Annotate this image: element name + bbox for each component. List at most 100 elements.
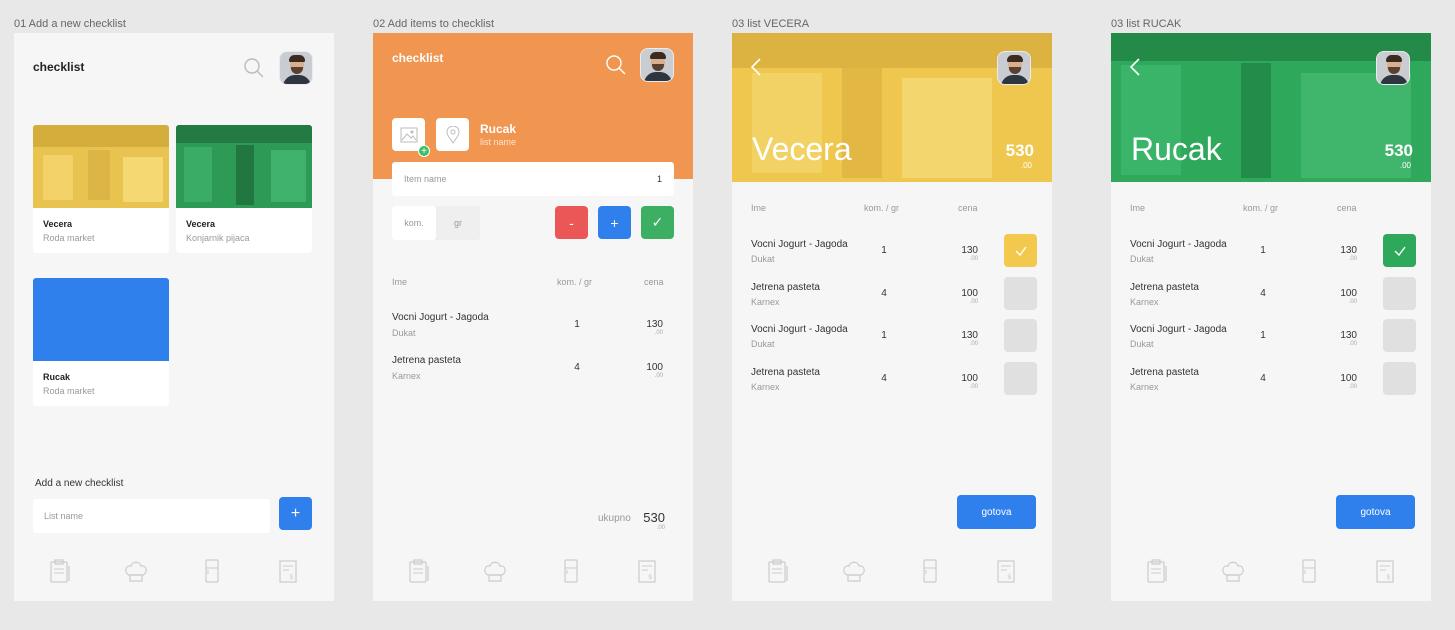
total-cents: .00 — [1399, 161, 1411, 170]
app-title: checklist — [33, 60, 85, 74]
chef-hat-icon[interactable] — [836, 553, 872, 589]
artboard-label-4: 03 list RUCAK — [1111, 18, 1182, 30]
receipt-icon[interactable]: $ — [988, 553, 1024, 589]
artboard-label-2: 02 Add items to checklist — [373, 18, 495, 30]
checklist-icon[interactable] — [42, 553, 78, 589]
item-brand: Karnex — [751, 382, 780, 392]
minus-button[interactable]: - — [555, 206, 588, 239]
card-image — [176, 125, 312, 208]
card-subtitle: Konjarnik pijaca — [186, 233, 250, 243]
search-icon[interactable] — [243, 57, 265, 79]
item-checkbox[interactable] — [1383, 277, 1416, 310]
item-cents: .00 — [969, 299, 978, 305]
add-checklist-label: Add a new checklist — [35, 478, 124, 489]
unit-gr-option[interactable]: gr — [436, 206, 480, 240]
item-brand: Dukat — [1130, 254, 1154, 264]
item-qty: 1 — [881, 245, 887, 256]
item-brand: Karnex — [1130, 382, 1159, 392]
item-name-input[interactable]: Item name 1 — [392, 162, 674, 196]
total-label: ukupno — [598, 513, 631, 524]
unit-toggle: kom. gr — [392, 206, 480, 240]
avatar[interactable] — [1376, 51, 1410, 85]
chef-hat-icon[interactable] — [477, 553, 513, 589]
avatar[interactable] — [640, 48, 674, 82]
item-checkbox[interactable] — [1383, 362, 1416, 395]
checklist-card[interactable]: Vecera Roda market — [33, 125, 169, 253]
item-qty: 1 — [1260, 330, 1266, 341]
fridge-icon[interactable] — [194, 553, 230, 589]
item-qty: 4 — [1260, 288, 1266, 299]
receipt-icon[interactable]: $ — [1367, 553, 1403, 589]
item-name: Jetrena pasteta — [1130, 282, 1199, 293]
item-name: Vocni Jogurt - Jagoda — [1130, 239, 1227, 250]
item-cents: .00 — [1348, 384, 1357, 390]
plus-button[interactable]: + — [598, 206, 631, 239]
chef-hat-icon[interactable] — [118, 553, 154, 589]
chef-hat-icon[interactable] — [1215, 553, 1251, 589]
svg-text:$: $ — [648, 573, 652, 581]
item-name: Jetrena pasteta — [751, 282, 820, 293]
header-price: cena — [1337, 203, 1357, 213]
svg-text:$: $ — [289, 573, 293, 581]
item-name-placeholder: Item name — [404, 174, 447, 184]
item-checkbox[interactable] — [1383, 234, 1416, 267]
add-list-button[interactable]: + — [279, 497, 312, 530]
done-button[interactable]: gotova — [957, 495, 1036, 529]
item-checkbox[interactable] — [1004, 277, 1037, 310]
item-brand: Karnex — [1130, 297, 1159, 307]
checklist-icon[interactable] — [401, 553, 437, 589]
item-price: 130 — [961, 330, 978, 341]
header-name: Ime — [392, 277, 408, 287]
card-image — [33, 278, 169, 361]
item-brand: Dukat — [1130, 339, 1154, 349]
receipt-icon[interactable]: $ — [629, 553, 665, 589]
item-brand: Karnex — [751, 297, 780, 307]
artboard-label-3: 03 list VECERA — [732, 18, 810, 30]
bottom-nav: $ — [373, 553, 693, 589]
bottom-nav: $ — [732, 553, 1052, 589]
total-cents: .00 — [1020, 161, 1032, 170]
screen-list-rucak: Rucak 530 .00 Ime kom. / gr cena Vocni J… — [1111, 33, 1431, 601]
fridge-icon[interactable] — [1291, 553, 1327, 589]
search-icon[interactable] — [605, 54, 627, 76]
checklist-card[interactable]: Rucak Roda market — [33, 278, 169, 406]
card-subtitle: Roda market — [43, 386, 95, 396]
avatar[interactable] — [997, 51, 1031, 85]
item-qty-value: 1 — [656, 174, 662, 184]
app-title: checklist — [392, 51, 444, 65]
screen-list-vecera: Vecera 530 .00 Ime kom. / gr cena Vocni … — [732, 33, 1052, 601]
item-checkbox[interactable] — [1383, 319, 1416, 352]
header-qty: kom. / gr — [864, 203, 900, 213]
unit-kom-option[interactable]: kom. — [392, 206, 436, 240]
total-value: 530 — [1384, 141, 1413, 160]
item-checkbox[interactable] — [1004, 234, 1037, 267]
item-price: 130 — [646, 319, 663, 330]
item-price: 130 — [1340, 245, 1357, 256]
screen-add-checklist: checklist Vecera Roda market Vecera Konj… — [14, 33, 334, 601]
checklist-card[interactable]: Vecera Konjarnik pijaca — [176, 125, 312, 253]
add-location-button[interactable] — [436, 118, 469, 151]
item-checkbox[interactable] — [1004, 319, 1037, 352]
receipt-icon[interactable]: $ — [270, 553, 306, 589]
item-brand: Karnex — [392, 371, 421, 381]
item-price: 100 — [646, 362, 663, 373]
card-title: Vecera — [186, 219, 216, 229]
back-arrow-icon[interactable] — [1127, 57, 1143, 77]
fridge-icon[interactable] — [553, 553, 589, 589]
avatar[interactable] — [279, 51, 313, 85]
checklist-icon[interactable] — [1139, 553, 1175, 589]
item-qty: 4 — [1260, 373, 1266, 384]
header-qty: kom. / gr — [557, 277, 593, 287]
confirm-button[interactable]: ✓ — [641, 206, 674, 239]
fridge-icon[interactable] — [912, 553, 948, 589]
item-price: 130 — [1340, 330, 1357, 341]
item-checkbox[interactable] — [1004, 362, 1037, 395]
back-arrow-icon[interactable] — [748, 57, 764, 77]
card-image — [33, 125, 169, 208]
bottom-nav: $ — [1111, 553, 1431, 589]
checkmark-icon — [1015, 246, 1027, 256]
list-name-input[interactable]: List name — [33, 499, 270, 533]
checklist-icon[interactable] — [760, 553, 796, 589]
item-name: Jetrena pasteta — [751, 367, 820, 378]
done-button[interactable]: gotova — [1336, 495, 1415, 529]
